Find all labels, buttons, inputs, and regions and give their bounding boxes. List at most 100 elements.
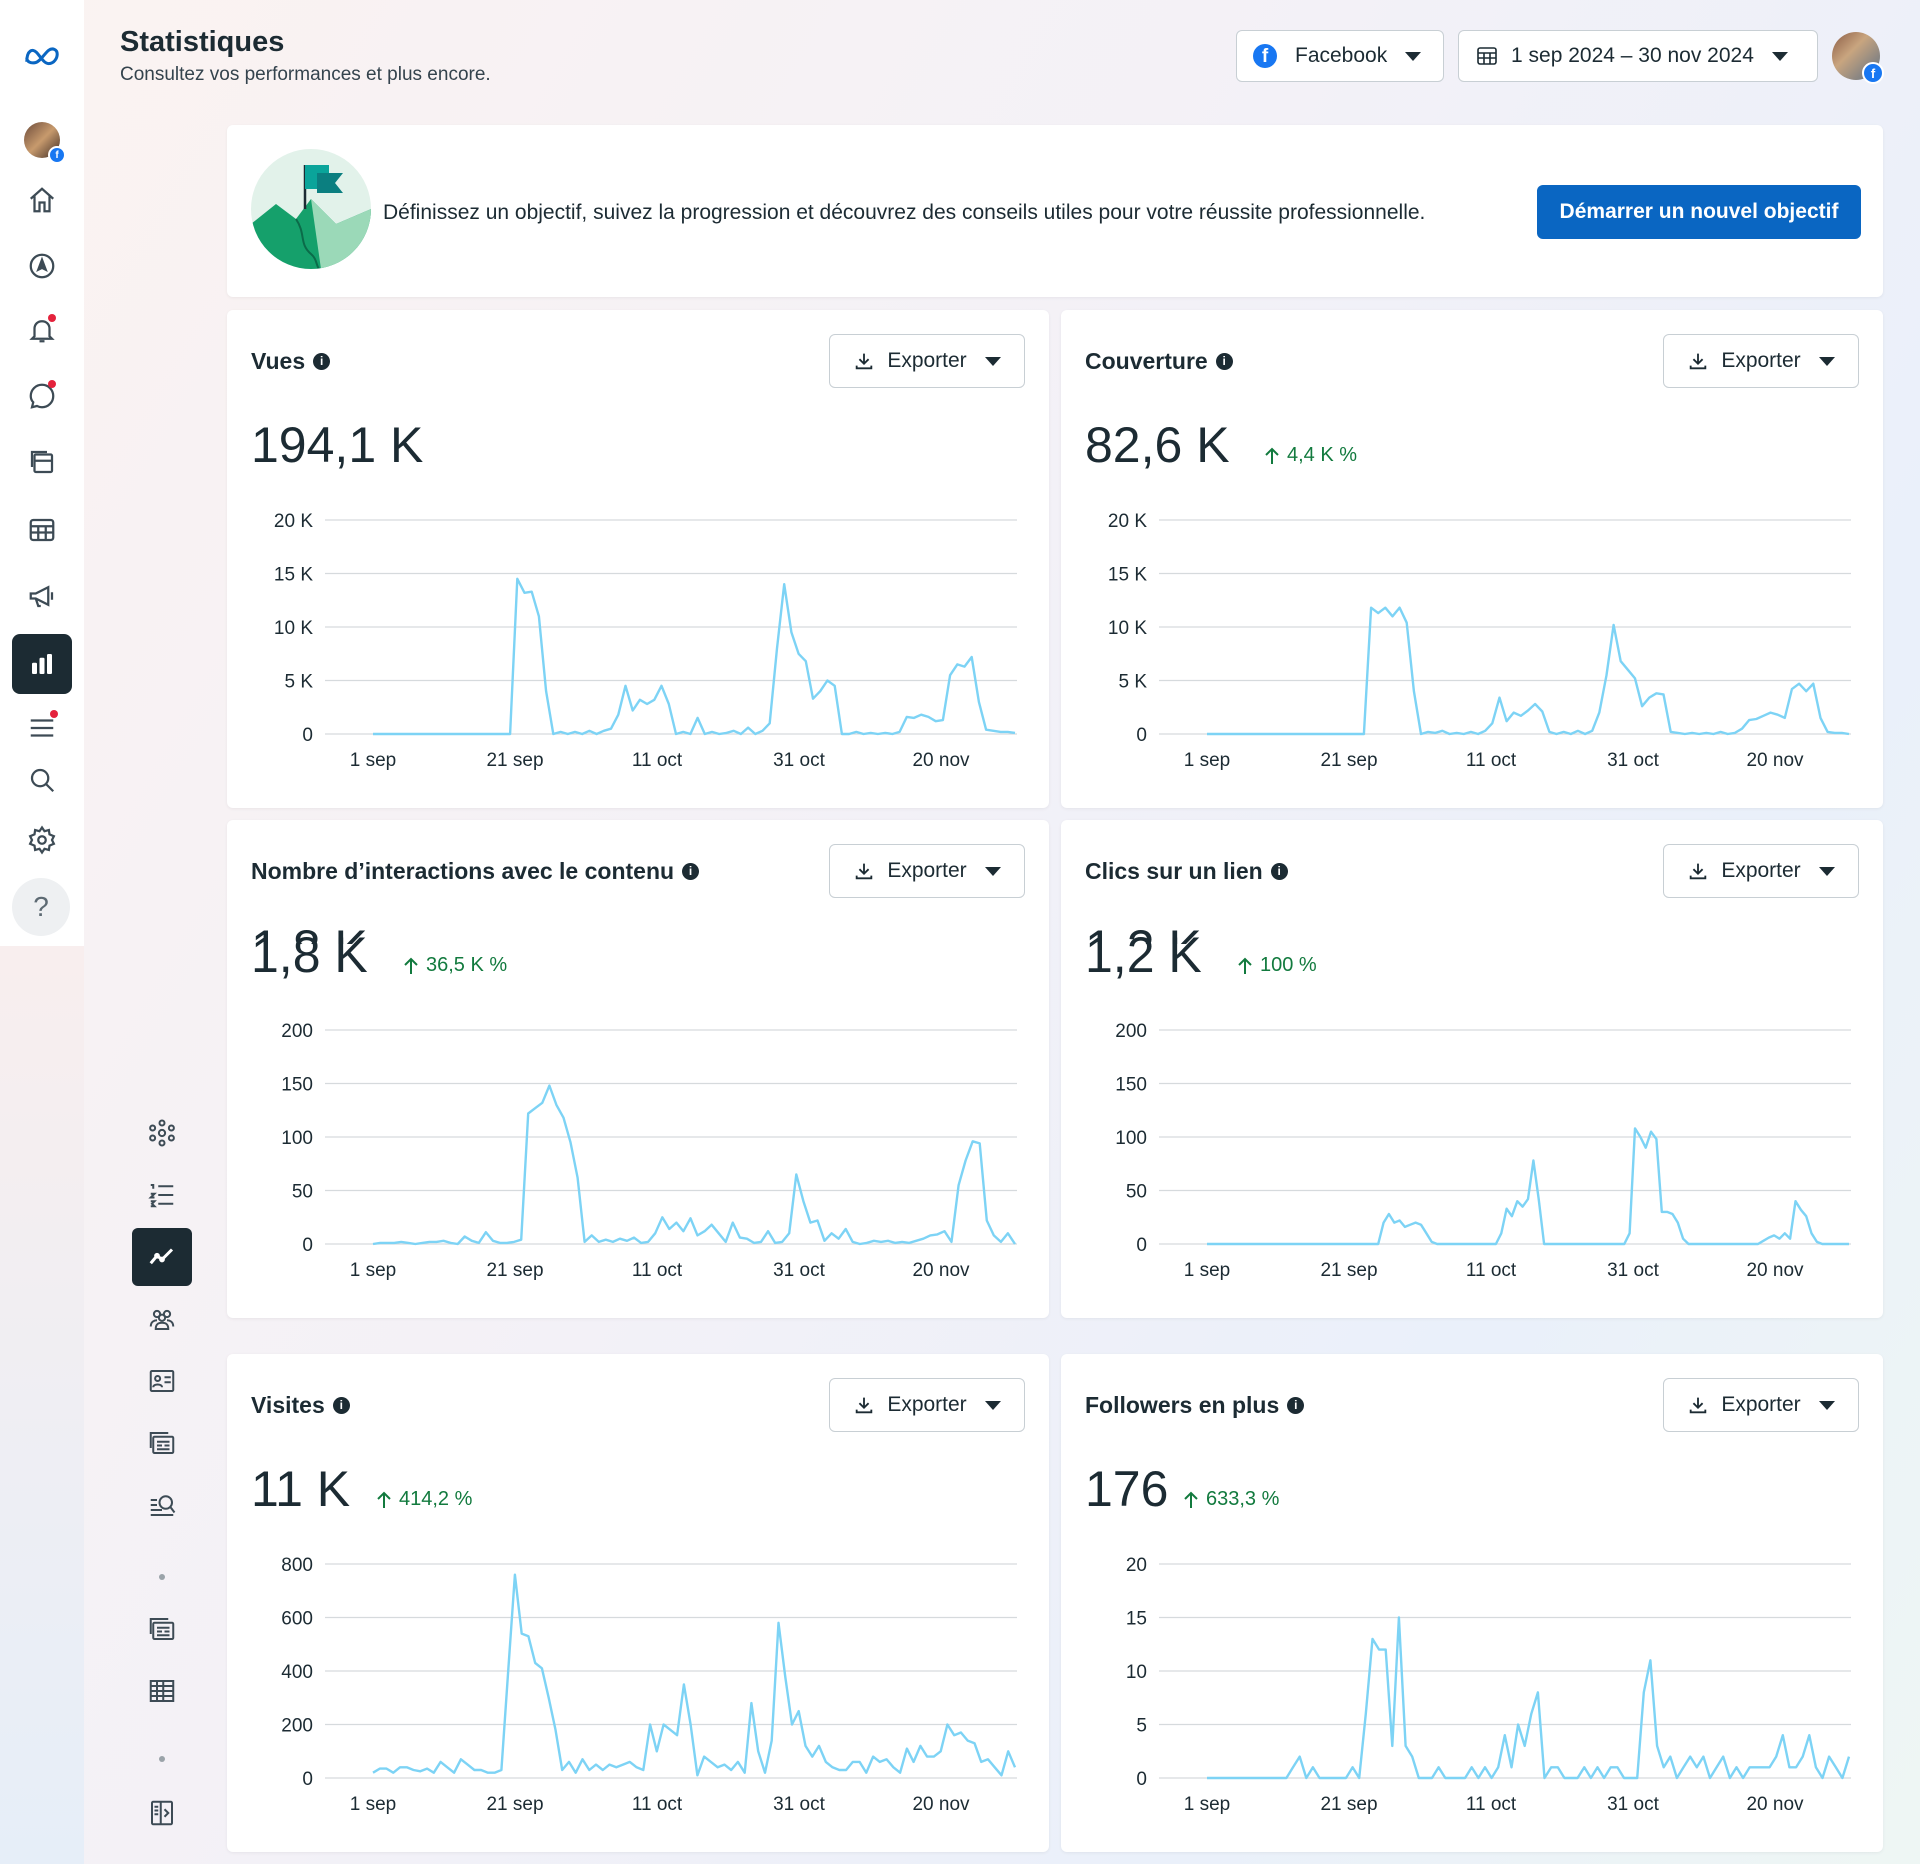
account-avatar[interactable]: f bbox=[1832, 32, 1884, 84]
metric-value: 11 K bbox=[251, 1461, 351, 1517]
arrow-up-icon bbox=[377, 1491, 391, 1508]
x-tick-label: 11 oct bbox=[632, 750, 683, 771]
y-tick-label: 0 bbox=[1136, 1235, 1147, 1256]
y-tick-label: 150 bbox=[1115, 1075, 1147, 1096]
export-label: Exporter bbox=[1721, 1393, 1801, 1416]
search-icon[interactable] bbox=[20, 758, 64, 802]
trends-icon[interactable] bbox=[132, 1228, 192, 1286]
export-button[interactable]: Exporter bbox=[829, 1378, 1025, 1432]
chevron-down-icon bbox=[1818, 356, 1835, 366]
x-tick-label: 11 oct bbox=[1466, 1794, 1517, 1815]
y-tick-label: 50 bbox=[1126, 1182, 1147, 1203]
y-tick-label: 800 bbox=[281, 1555, 313, 1576]
info-icon[interactable]: i bbox=[1287, 1397, 1305, 1414]
left-rail-background bbox=[0, 946, 84, 1864]
page-title: Statistiques bbox=[120, 26, 285, 58]
x-tick-label: 11 oct bbox=[632, 1260, 683, 1281]
benchmarking-icon[interactable] bbox=[132, 1476, 192, 1534]
x-tick-label: 20 nov bbox=[912, 1260, 970, 1281]
overview-icon[interactable] bbox=[132, 1104, 192, 1162]
export-button[interactable]: Exporter bbox=[1663, 1378, 1859, 1432]
audience-icon[interactable] bbox=[132, 1290, 192, 1348]
messages-icon[interactable] bbox=[20, 374, 64, 418]
export-button[interactable]: Exporter bbox=[829, 334, 1025, 388]
series-line bbox=[373, 577, 1016, 736]
x-tick-label: 20 nov bbox=[1746, 1794, 1804, 1815]
reports-icon[interactable] bbox=[132, 1600, 192, 1658]
x-tick-label: 1 sep bbox=[350, 1794, 396, 1815]
home-icon[interactable] bbox=[20, 178, 64, 222]
x-tick-label: 31 oct bbox=[1607, 750, 1659, 771]
collapse-panel-icon[interactable] bbox=[132, 1784, 192, 1842]
info-icon[interactable]: i bbox=[682, 863, 700, 880]
export-label: Exporter bbox=[1721, 349, 1801, 372]
metric-card: Clics sur un lieniExporter1,2 K1,2 K100 … bbox=[1061, 820, 1883, 1318]
x-tick-label: 31 oct bbox=[773, 750, 825, 771]
export-label: Exporter bbox=[887, 859, 967, 882]
metric-card: Followers en plus i Exporter 176 633,3 % 0 5 10… bbox=[1061, 1354, 1883, 1852]
results-icon[interactable] bbox=[132, 1166, 192, 1224]
x-tick-label: 1 sep bbox=[350, 750, 396, 771]
export-button[interactable]: Exporter bbox=[1663, 334, 1859, 388]
separator-dot bbox=[159, 1574, 165, 1580]
help-icon[interactable]: ? bbox=[12, 878, 70, 936]
metric-title: Nombre d’interactions avec le contenu i bbox=[251, 858, 700, 885]
metric-card: Nombre d’interactions avec le contenu i Ex… bbox=[227, 820, 1049, 1318]
download-icon bbox=[1690, 863, 1707, 880]
export-button[interactable]: Exporter bbox=[829, 844, 1025, 898]
profile-avatar-icon[interactable]: f bbox=[20, 118, 66, 164]
insights-icon[interactable] bbox=[12, 634, 72, 694]
all-tools-icon[interactable] bbox=[20, 706, 64, 750]
y-tick-label: 200 bbox=[281, 1716, 313, 1737]
line-chart: 0 50 100 150 200 1 sep 21 sep 11 oct 31 oct 20 no… bbox=[1115, 1021, 1851, 1281]
compass-icon[interactable] bbox=[20, 244, 64, 288]
line-chart: 0 5 10 15 20 1 sep 21 sep 11 oct 31 oct 20 nov bbox=[1126, 1555, 1851, 1815]
content-icon[interactable] bbox=[20, 440, 64, 484]
download-icon bbox=[856, 1397, 873, 1414]
y-tick-label: 10 bbox=[1126, 1662, 1147, 1683]
y-tick-label: 0 bbox=[302, 725, 313, 746]
export-table-icon[interactable] bbox=[132, 1662, 192, 1720]
metric-title-text: Vues bbox=[251, 348, 306, 374]
mountain-flag-illustration bbox=[251, 149, 371, 269]
content-icon[interactable] bbox=[132, 1352, 192, 1410]
platform-selector[interactable]: f Facebook bbox=[1236, 30, 1444, 82]
y-tick-label: 0 bbox=[302, 1769, 313, 1790]
export-button[interactable]: Exporter bbox=[1663, 844, 1859, 898]
platform-label: Facebook bbox=[1295, 44, 1388, 67]
info-icon[interactable]: i bbox=[332, 1397, 350, 1414]
y-tick-label: 10 K bbox=[1108, 618, 1147, 639]
y-tick-label: 50 bbox=[292, 1182, 313, 1203]
download-icon bbox=[1690, 353, 1707, 370]
meta-logo-icon[interactable] bbox=[20, 34, 64, 78]
settings-icon[interactable] bbox=[20, 818, 64, 862]
download-icon bbox=[856, 353, 873, 370]
ads-insights-icon[interactable] bbox=[132, 1414, 192, 1472]
x-tick-label: 31 oct bbox=[1607, 1794, 1659, 1815]
export-label: Exporter bbox=[887, 1393, 967, 1416]
metric-delta: 414,2 % bbox=[375, 1488, 472, 1511]
metric-value: 1,8 K bbox=[251, 927, 368, 983]
arrow-up-icon bbox=[1238, 957, 1252, 974]
date-range-selector[interactable]: 1 sep 2024 – 30 nov 2024 bbox=[1458, 30, 1818, 82]
goal-description: Définissez un objectif, suivez la progre… bbox=[383, 201, 1426, 224]
metric-card: Visites i Exporter 11 K 414,2 % 0 200 400 600 800… bbox=[227, 1354, 1049, 1852]
info-icon[interactable]: i bbox=[1270, 863, 1288, 880]
metric-title-text: Followers en plus bbox=[1085, 1392, 1280, 1418]
metric-delta: 4,4 K % bbox=[1263, 444, 1357, 467]
y-tick-label: 100 bbox=[281, 1128, 313, 1149]
series-line bbox=[372, 1573, 1017, 1777]
metric-title: Clics sur un lien i bbox=[1085, 858, 1288, 885]
ads-icon[interactable] bbox=[20, 574, 64, 618]
y-tick-label: 5 K bbox=[284, 672, 313, 693]
metric-delta: 633,3 % bbox=[1182, 1488, 1279, 1511]
y-tick-label: 200 bbox=[281, 1021, 313, 1042]
notifications-icon[interactable] bbox=[20, 308, 64, 352]
x-tick-label: 1 sep bbox=[1184, 1794, 1230, 1815]
info-icon[interactable]: i bbox=[313, 353, 331, 370]
planner-icon[interactable] bbox=[20, 508, 64, 552]
start-new-goal-button[interactable]: Démarrer un nouvel objectif bbox=[1537, 185, 1861, 239]
y-tick-label: 0 bbox=[1136, 1769, 1147, 1790]
info-icon[interactable]: i bbox=[1215, 353, 1233, 370]
y-tick-label: 200 bbox=[1115, 1021, 1147, 1042]
